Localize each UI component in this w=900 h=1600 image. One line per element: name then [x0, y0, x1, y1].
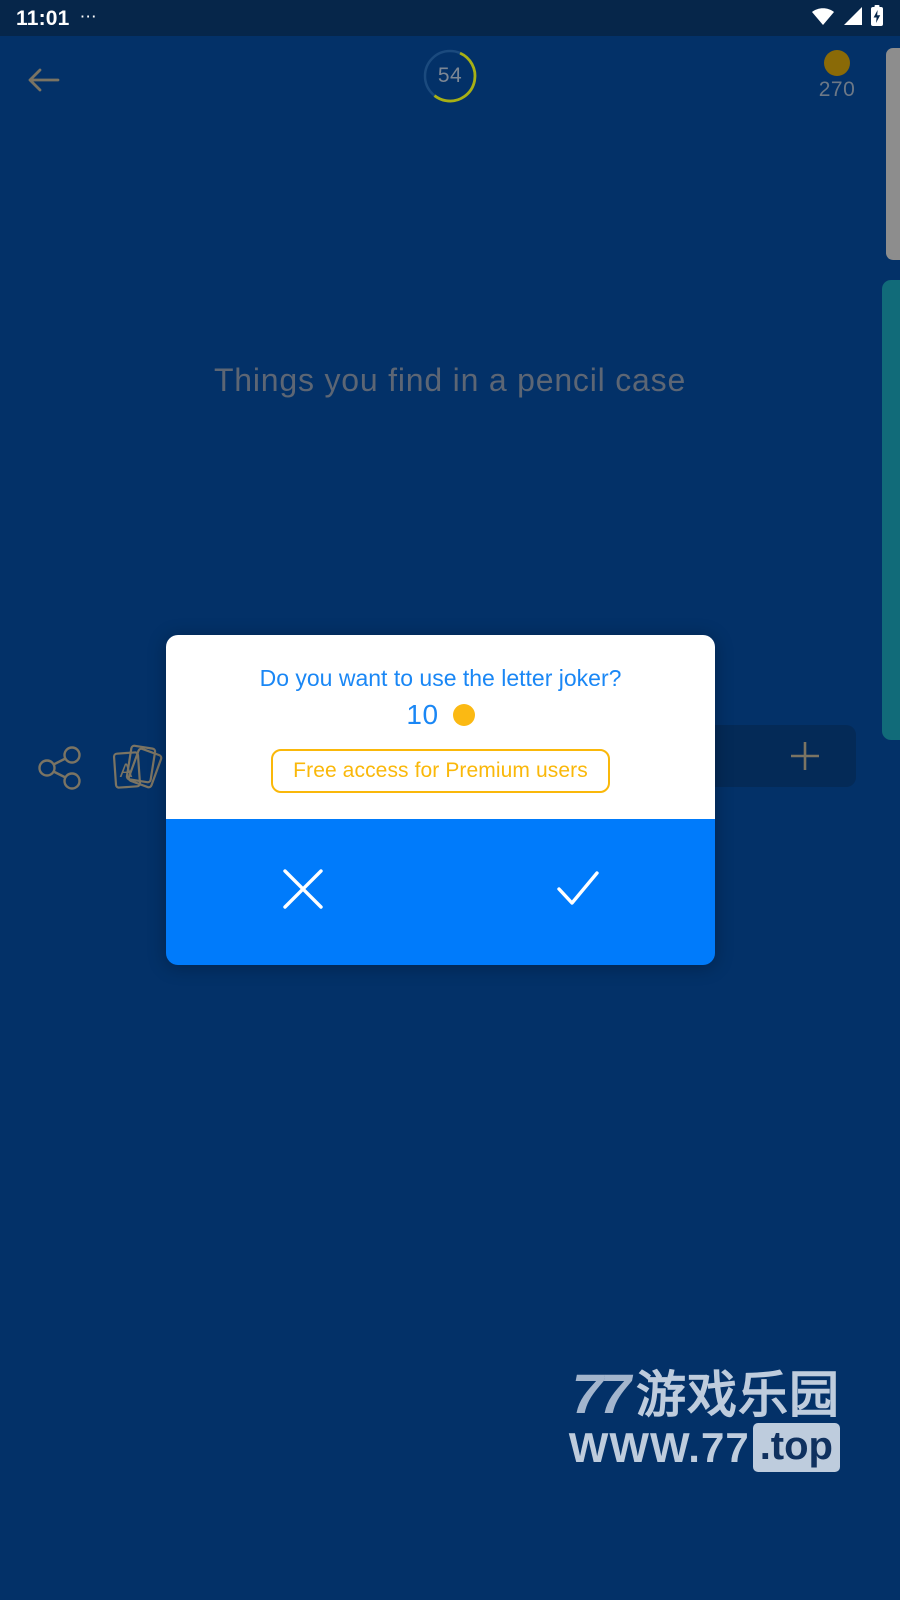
status-bar-left: 11:01 ⋯: [16, 8, 98, 29]
level-number: 54: [437, 64, 463, 87]
share-button[interactable]: [28, 738, 92, 802]
status-time: 11:01: [16, 6, 70, 30]
watermark-logo-digits: 77: [571, 1361, 631, 1425]
dialog-question-text: Do you want to use the letter joker?: [259, 665, 622, 691]
watermark-url-row: WWW.77 .top: [540, 1423, 840, 1472]
share-icon: [32, 740, 88, 801]
puzzle-title: Things you find in a pencil case: [213, 362, 687, 398]
dialog-body: Do you want to use the letter joker? 10 …: [166, 635, 715, 819]
battery-charging-icon: [870, 4, 884, 32]
back-button[interactable]: [16, 54, 72, 110]
letter-joker-button[interactable]: A: [104, 738, 172, 806]
close-x-icon: [277, 863, 329, 920]
coin-icon: [452, 703, 475, 726]
dialog-cost: 10: [186, 699, 695, 731]
watermark-logo-row: 77 游戏乐园: [540, 1361, 840, 1425]
wifi-icon: [810, 6, 836, 31]
back-arrow-icon: [24, 64, 64, 101]
letter-cards-icon: A: [107, 739, 169, 806]
svg-text:A: A: [120, 761, 133, 782]
status-bar: 11:01 ⋯: [0, 0, 900, 36]
dialog-confirm-button[interactable]: [441, 819, 716, 965]
cellular-signal-icon: [842, 6, 864, 31]
dialog-cost-amount: 10: [406, 698, 439, 730]
coin-counter[interactable]: 270: [804, 50, 870, 102]
premium-upsell-button[interactable]: Free access for Premium users: [271, 748, 610, 793]
coin-icon: [824, 50, 850, 76]
app-top-bar: 54 270: [0, 36, 900, 146]
check-icon: [552, 863, 604, 920]
plus-icon[interactable]: [788, 739, 822, 773]
edge-panel-artifact: [882, 280, 900, 740]
level-progress-badge[interactable]: 54: [422, 48, 478, 104]
notification-dots-icon: ⋯: [79, 6, 98, 26]
watermark-url-main: WWW.77: [568, 1423, 750, 1471]
status-bar-right: [810, 4, 884, 32]
dialog-action-bar: [166, 818, 716, 965]
site-watermark: 77 游戏乐园 WWW.77 .top: [540, 1361, 840, 1472]
dialog-decline-button[interactable]: [166, 819, 441, 965]
watermark-logo-chinese: 游戏乐园: [636, 1366, 840, 1423]
letter-joker-dialog: Do you want to use the letter joker? 10 …: [166, 635, 715, 965]
watermark-url-tld: .top: [752, 1423, 840, 1472]
coin-count-label: 270: [818, 78, 856, 101]
